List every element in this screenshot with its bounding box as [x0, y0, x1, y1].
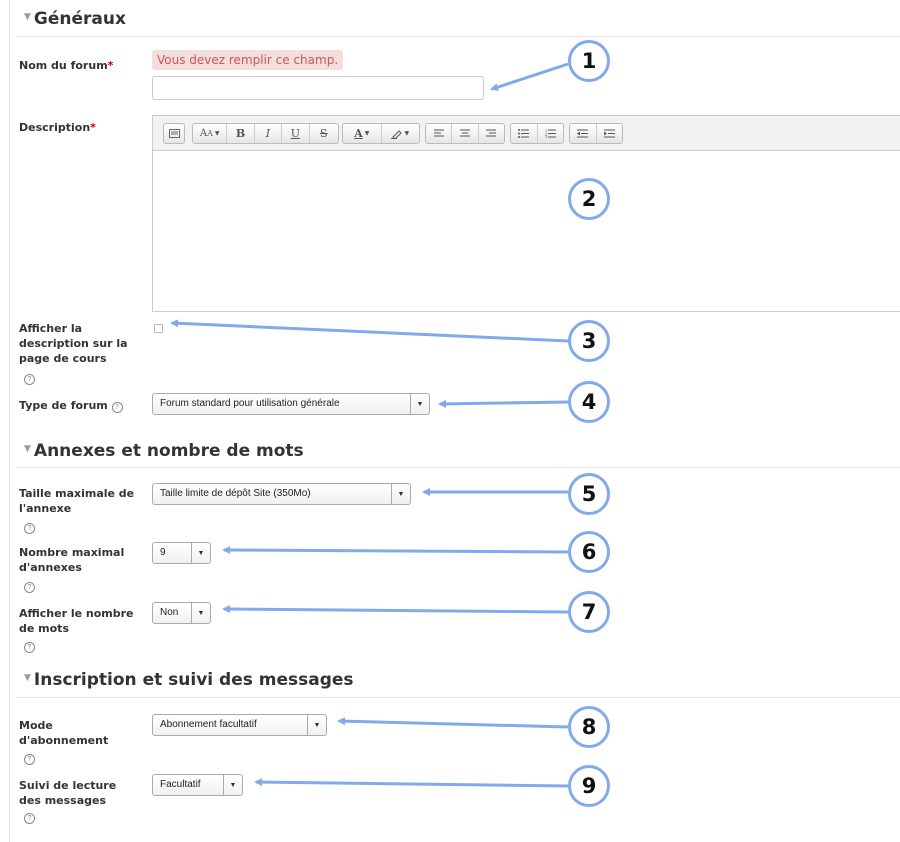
arrow-4	[438, 399, 569, 408]
callout-7: 7	[568, 591, 610, 633]
annotation-arrows	[170, 62, 569, 788]
arrow-3	[170, 319, 569, 343]
arrow-6	[222, 546, 569, 555]
arrow-1	[490, 62, 569, 91]
callout-2: 2	[568, 178, 610, 220]
forum-settings-page: ▼ Généraux Nom du forum* Vous devez rempl…	[0, 0, 900, 842]
callout-1: 1	[568, 40, 610, 82]
arrow-9	[254, 778, 569, 788]
callout-5: 5	[568, 473, 610, 515]
callout-4: 4	[568, 381, 610, 423]
callout-8: 8	[568, 706, 610, 748]
arrow-8	[337, 717, 569, 729]
callout-9: 9	[568, 765, 610, 807]
callout-6: 6	[568, 531, 610, 573]
arrow-7	[222, 605, 569, 614]
callout-3: 3	[568, 320, 610, 362]
